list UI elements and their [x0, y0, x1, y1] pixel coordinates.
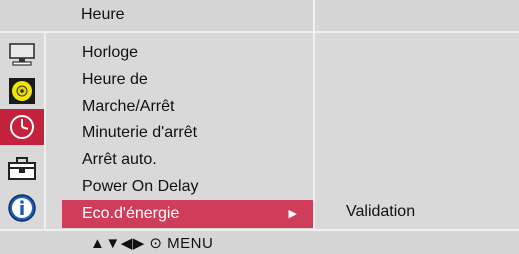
- footer-bar: [0, 231, 519, 254]
- menu-item-marche-arret[interactable]: Marche/Arrêt: [62, 93, 313, 121]
- menu-item-power-on-delay[interactable]: Power On Delay: [62, 173, 313, 201]
- option-toolbox-icon[interactable]: [0, 151, 44, 187]
- information-icon[interactable]: [0, 190, 44, 226]
- navigation-hint: ▲▼◀▶ ⊙ MENU: [90, 235, 214, 252]
- menu-item-label: Marche/Arrêt: [82, 98, 175, 115]
- menu-item-label: Minuterie d'arrêt: [82, 124, 198, 141]
- menu-item-label: Horloge: [82, 44, 139, 61]
- audio-speaker-icon[interactable]: [0, 73, 44, 109]
- menu-item-arret-auto[interactable]: Arrêt auto.: [62, 146, 313, 174]
- chevron-right-icon: ▶: [288, 208, 297, 220]
- category-icon-strip: [0, 33, 46, 229]
- column-divider: [313, 0, 315, 254]
- submenu-value[interactable]: Validation: [346, 203, 415, 221]
- icon-strip-divider: [44, 33, 46, 229]
- picture-monitor-icon[interactable]: [0, 37, 44, 73]
- menu-item-label: Eco.d'énergie: [82, 205, 180, 222]
- time-menu-list: Horloge Heure de Marche/Arrêt Minuterie …: [62, 33, 313, 229]
- menu-item-label: Arrêt auto.: [82, 151, 157, 168]
- menu-item-heure-de[interactable]: Heure de: [62, 66, 313, 94]
- menu-item-minuterie-arret[interactable]: Minuterie d'arrêt: [62, 119, 313, 147]
- menu-item-horloge[interactable]: Horloge: [62, 39, 313, 67]
- osd-panel: Heure Horloge Heure de Marche/Arrêt Minu…: [0, 0, 519, 254]
- time-clock-icon[interactable]: [0, 109, 44, 145]
- menu-item-label: Heure de: [82, 71, 148, 88]
- menu-item-label: Power On Delay: [82, 178, 199, 195]
- menu-title: Heure: [81, 6, 125, 23]
- header-bar: [0, 0, 519, 31]
- menu-item-eco-energie[interactable]: Eco.d'énergie ▶: [62, 200, 313, 228]
